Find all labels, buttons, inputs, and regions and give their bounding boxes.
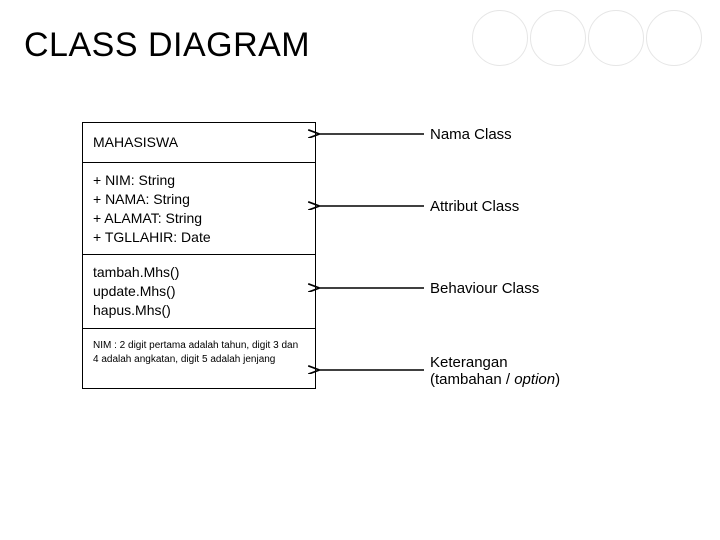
circle-icon [646,10,702,66]
label-note-text: ) [555,371,560,388]
uml-behaviours: tambah.Mhs() update.Mhs() hapus.Mhs() [83,255,315,329]
uml-behaviour: update.Mhs() [93,282,305,301]
uml-note: NIM : 2 digit pertama adalah tahun, digi… [83,329,315,388]
label-note-line2: (tambahan / option) [430,371,560,388]
uml-attribute: + ALAMAT: String [93,209,305,228]
uml-attributes: + NIM: String + NAMA: String + ALAMAT: S… [83,163,315,256]
label-note-text: (tambahan / [430,371,514,388]
uml-class-name: MAHASISWA [83,123,315,163]
uml-behaviour: tambah.Mhs() [93,263,305,282]
label-note-line1: Keterangan [430,354,560,371]
uml-attribute: + NAMA: String [93,190,305,209]
circle-icon [588,10,644,66]
uml-attribute: + NIM: String [93,171,305,190]
label-note: Keterangan (tambahan / option) [430,354,560,388]
label-attribute: Attribut Class [430,198,519,215]
label-note-italic: option [514,371,555,388]
label-class-name: Nama Class [430,126,512,143]
decorative-circles [472,10,702,66]
uml-behaviour: hapus.Mhs() [93,301,305,320]
uml-class-box: MAHASISWA + NIM: String + NAMA: String +… [82,122,316,389]
label-behaviour: Behaviour Class [430,280,539,297]
page-title: CLASS DIAGRAM [24,26,310,65]
circle-icon [530,10,586,66]
uml-attribute: + TGLLAHIR: Date [93,228,305,247]
circle-icon [472,10,528,66]
